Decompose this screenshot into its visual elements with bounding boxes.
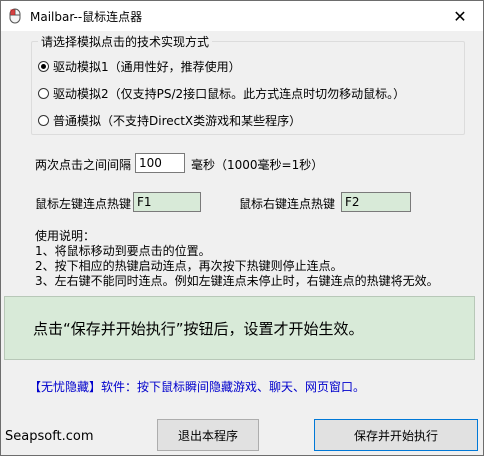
instruction-line: 1、将鼠标移动到要点击的位置。 (35, 244, 211, 258)
interval-input[interactable] (135, 153, 185, 173)
mode-group-legend: 请选择模拟点击的技术实现方式 (38, 33, 213, 50)
mode-group: 请选择模拟点击的技术实现方式 驱动模拟1（通用性好，推荐使用） 驱动模拟2（仅支… (31, 33, 465, 135)
notice-banner: 点击“保存并开始执行”按钮后，设置才开始生效。 (4, 296, 475, 360)
radio-label: 驱动模拟2（仅支持PS/2接口鼠标。此方式连点时切勿移动鼠标。） (53, 87, 406, 101)
exit-button[interactable]: 退出本程序 (157, 419, 259, 451)
radio-normal[interactable]: 普通模拟（不支持DirectX类游戏和某些程序） (38, 112, 301, 129)
radio-button[interactable] (38, 115, 49, 126)
left-hotkey-label: 鼠标左键连点热键 (35, 197, 132, 211)
right-hotkey-label: 鼠标右键连点热键 (239, 197, 336, 211)
ad-link[interactable]: 【无忧隐藏】软件：按下鼠标瞬间隐藏游戏、聊天、网页窗口。 (29, 378, 365, 395)
radio-button-checked[interactable] (38, 61, 49, 72)
instructions-title: 使用说明： (35, 229, 96, 243)
interval-label: 两次点击之间间隔 (35, 158, 132, 172)
title-bar: Mailbar--鼠标连点器 ✕ (1, 1, 483, 31)
notice-text: 点击“保存并开始执行”按钮后，设置才开始生效。 (33, 319, 364, 338)
instruction-line: 3、左右键不能同时连点。例如左键连点未停止时，右键连点的热键将无效。 (35, 274, 439, 288)
brand-text: Seapsoft.com (5, 429, 94, 444)
radio-label: 驱动模拟1（通用性好，推荐使用） (53, 60, 241, 74)
right-hotkey-input[interactable] (341, 192, 411, 212)
app-window: Mailbar--鼠标连点器 ✕ 请选择模拟点击的技术实现方式 驱动模拟1（通用… (0, 0, 484, 456)
left-hotkey-input[interactable] (133, 192, 201, 212)
close-icon[interactable]: ✕ (437, 1, 483, 31)
mouse-icon (8, 8, 22, 24)
save-start-button[interactable]: 保存并开始执行 (314, 419, 478, 451)
instructions: 使用说明： 1、将鼠标移动到要点击的位置。 2、按下相应的热键启动连点，再次按下… (35, 229, 439, 289)
radio-label: 普通模拟（不支持DirectX类游戏和某些程序） (53, 114, 302, 128)
radio-button[interactable] (38, 88, 49, 99)
radio-driver-2[interactable]: 驱动模拟2（仅支持PS/2接口鼠标。此方式连点时切勿移动鼠标。） (38, 85, 405, 102)
radio-driver-1[interactable]: 驱动模拟1（通用性好，推荐使用） (38, 58, 241, 75)
interval-unit: 毫秒（1000毫秒=1秒） (191, 158, 324, 172)
instruction-line: 2、按下相应的热键启动连点，再次按下热键则停止连点。 (35, 259, 343, 273)
window-title: Mailbar--鼠标连点器 (30, 9, 143, 24)
